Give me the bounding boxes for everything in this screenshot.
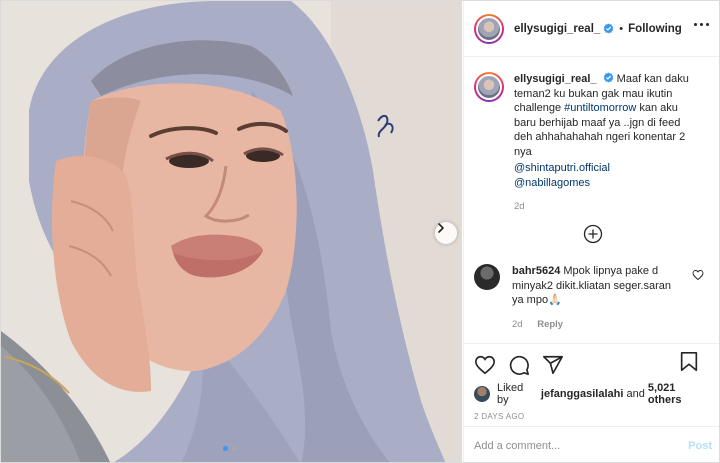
carousel-next-button[interactable]	[435, 222, 457, 244]
caption-mention[interactable]: @shintaputri.official	[514, 161, 700, 176]
post-caption: ellysugigi_real_ Maaf kan daku teman2 ku…	[464, 58, 719, 215]
comment-timestamp[interactable]: 2d	[512, 319, 523, 330]
post-actions: Liked by jefanggasilalahi and 5,021 othe…	[464, 343, 719, 462]
load-more-comments-icon[interactable]	[583, 224, 603, 244]
comment-body: bahr5624 Mpok lipnya pake d minyak2 diki…	[512, 264, 680, 332]
caption-hashtag[interactable]: #untiltomorrow	[564, 102, 636, 114]
add-comment-form: Post	[464, 426, 719, 462]
caption-timestamp[interactable]: 2d	[514, 200, 700, 215]
verified-badge-icon	[603, 72, 613, 83]
liker-username[interactable]: jefanggasilalahi	[541, 388, 624, 400]
comment-meta: 2d Reply	[512, 318, 680, 333]
carousel-indicator	[223, 446, 237, 451]
caption-mention[interactable]: @nabillagomes	[514, 176, 700, 191]
share-icon[interactable]	[542, 354, 564, 376]
photo-illustration	[1, 1, 462, 462]
likes-summary: Liked by jefanggasilalahi and 5,021 othe…	[464, 380, 719, 406]
likes-count[interactable]: 5,021 others	[648, 382, 712, 406]
comment-icon[interactable]	[508, 354, 530, 376]
liker-avatar[interactable]	[474, 386, 490, 402]
header-separator: •	[619, 22, 624, 35]
caption-username[interactable]: ellysugigi_real_	[514, 73, 597, 85]
comment-input[interactable]	[474, 439, 689, 452]
carousel-dot	[232, 446, 237, 451]
verified-badge-icon	[604, 23, 614, 34]
likes-and: and	[623, 388, 648, 400]
following-button[interactable]: Following	[628, 23, 682, 35]
avatar[interactable]	[474, 13, 504, 44]
caption-avatar[interactable]	[474, 72, 504, 102]
likes-prefix: Liked by	[496, 382, 524, 406]
header-username[interactable]: ellysugigi_real_	[514, 23, 600, 35]
post-header: ellysugigi_real_ • Following	[464, 1, 719, 57]
caption-body: ellysugigi_real_ Maaf kan daku teman2 ku…	[514, 72, 700, 215]
comment-like-heart-icon[interactable]	[692, 269, 704, 281]
comment-item: bahr5624 Mpok lipnya pake d minyak2 diki…	[474, 264, 714, 332]
carousel-next-icon	[438, 223, 444, 233]
bookmark-icon[interactable]	[678, 351, 700, 373]
heart-icon[interactable]	[474, 354, 496, 376]
post-photo[interactable]	[1, 1, 462, 462]
action-bar	[464, 344, 719, 380]
carousel-dot-active	[223, 446, 228, 451]
avatar-image	[476, 74, 502, 100]
comments-section: ellysugigi_real_ Maaf kan daku teman2 ku…	[464, 58, 719, 341]
more-options-icon[interactable]	[694, 23, 709, 26]
post-comment-button[interactable]: Post	[688, 440, 712, 452]
post-dialog: ellysugigi_real_ • Following ellysugigi_…	[0, 0, 720, 463]
comment-username[interactable]: bahr5624	[512, 265, 560, 277]
comment-avatar[interactable]	[474, 264, 500, 290]
reply-button[interactable]: Reply	[537, 319, 563, 330]
post-date[interactable]: 2 DAYS AGO	[464, 406, 719, 421]
avatar-image	[476, 15, 502, 42]
post-details-panel: ellysugigi_real_ • Following ellysugigi_…	[463, 1, 719, 462]
